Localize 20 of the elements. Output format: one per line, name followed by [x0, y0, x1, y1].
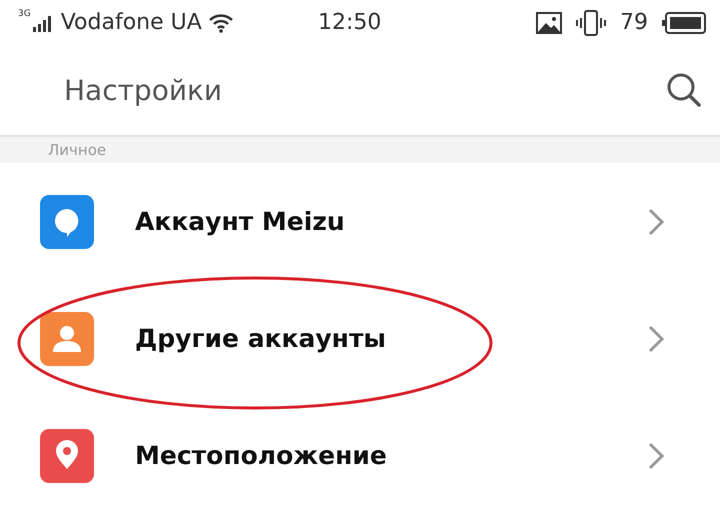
wifi-icon	[208, 12, 234, 32]
page-title: Настройки	[64, 74, 222, 106]
item-label: Аккаунт Meizu	[135, 207, 346, 236]
item-label: Другие аккаунты	[135, 324, 388, 353]
chevron-icon	[648, 442, 664, 470]
battery-percent: 79	[620, 10, 648, 35]
chevron-icon	[648, 324, 664, 352]
search-icon[interactable]	[666, 72, 702, 108]
battery-icon	[662, 12, 706, 34]
vibrate-icon	[576, 10, 606, 36]
item-label: Местоположение	[135, 441, 388, 470]
settings-item[interactable]: Аккаунт Meizu	[0, 163, 720, 280]
settings-item[interactable]: Местоположение	[0, 397, 720, 514]
carrier-name: Vodafone UA	[60, 10, 202, 35]
network-type: 3G	[18, 8, 31, 18]
chevron-icon	[648, 208, 664, 236]
settings-item[interactable]: Другие аккаунты	[0, 280, 720, 397]
image-icon	[536, 12, 562, 34]
section-title: Личное	[48, 141, 106, 159]
clock-time: 12:50	[318, 10, 382, 35]
